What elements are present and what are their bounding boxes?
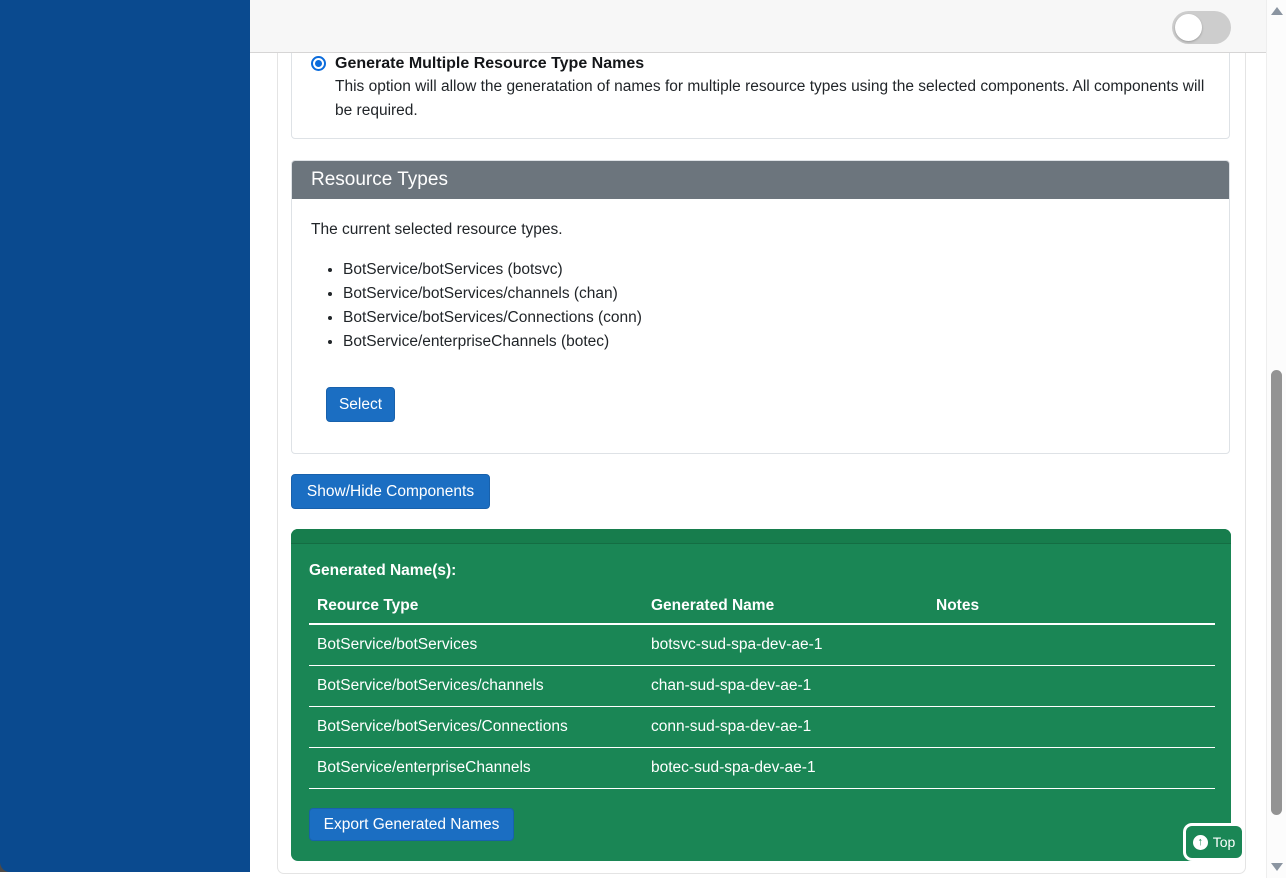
generated-names-title: Generated Name(s): [309, 562, 456, 580]
resource-types-list: BotService/botServices (botsvc) BotServi… [343, 258, 642, 354]
resource-type-cell: BotService/botServices/channels [309, 677, 643, 695]
table-row: BotService/botServices/channels chan-sud… [309, 666, 1215, 707]
panel-header-strip [291, 529, 1231, 544]
resource-types-header: Resource Types [292, 161, 1229, 199]
radio-option-row: Generate Multiple Resource Type Names [311, 54, 644, 73]
resource-types-description: The current selected resource types. [311, 221, 563, 239]
table-header-row: Reource Type Generated Name Notes [309, 589, 1215, 625]
radio-option-description: This option will allow the generatation … [335, 75, 1215, 123]
sidebar [0, 0, 250, 872]
theme-toggle[interactable] [1172, 11, 1231, 44]
column-header: Reource Type [309, 597, 643, 615]
show-hide-components-button[interactable]: Show/Hide Components [291, 474, 490, 509]
top-bar [250, 0, 1266, 53]
list-item: BotService/botServices (botsvc) [343, 258, 642, 282]
generated-name-cell: botsvc-sud-spa-dev-ae-1 [643, 636, 928, 654]
generated-names-table: Reource Type Generated Name Notes BotSer… [309, 589, 1215, 789]
radio-checked-icon[interactable] [311, 56, 326, 71]
resource-types-card: Resource Types The current selected reso… [291, 160, 1230, 454]
app-window: Generate Multiple Resource Type Names Th… [0, 0, 1286, 878]
generated-name-cell: chan-sud-spa-dev-ae-1 [643, 677, 928, 695]
list-item: BotService/botServices/channels (chan) [343, 282, 642, 306]
generated-names-panel: Generated Name(s): Reource Type Generate… [291, 529, 1231, 861]
column-header: Generated Name [643, 597, 928, 615]
scroll-down-arrow-icon[interactable] [1271, 863, 1283, 871]
radio-option-label[interactable]: Generate Multiple Resource Type Names [335, 54, 644, 73]
scrollbar-thumb[interactable] [1271, 370, 1282, 815]
table-row: BotService/botServices/Connections conn-… [309, 707, 1215, 748]
resource-type-cell: BotService/enterpriseChannels [309, 759, 643, 777]
list-item: BotService/botServices/Connections (conn… [343, 306, 642, 330]
scroll-up-arrow-icon[interactable] [1271, 7, 1283, 15]
top-button-label: Top [1213, 834, 1236, 850]
table-row: BotService/enterpriseChannels botec-sud-… [309, 748, 1215, 789]
generated-name-cell: botec-sud-spa-dev-ae-1 [643, 759, 928, 777]
column-header: Notes [928, 597, 1215, 615]
resource-type-cell: BotService/botServices [309, 636, 643, 654]
toggle-knob-icon [1175, 14, 1202, 41]
list-item: BotService/enterpriseChannels (botec) [343, 330, 642, 354]
table-row: BotService/botServices botsvc-sud-spa-de… [309, 625, 1215, 666]
scroll-to-top-button[interactable]: ↑ Top [1186, 826, 1242, 858]
select-button[interactable]: Select [326, 387, 395, 422]
arrow-up-circle-icon: ↑ [1193, 835, 1208, 850]
resource-type-cell: BotService/botServices/Connections [309, 718, 643, 736]
generated-name-cell: conn-sud-spa-dev-ae-1 [643, 718, 928, 736]
scrollbar-track[interactable] [1266, 0, 1286, 878]
export-generated-names-button[interactable]: Export Generated Names [309, 808, 514, 841]
